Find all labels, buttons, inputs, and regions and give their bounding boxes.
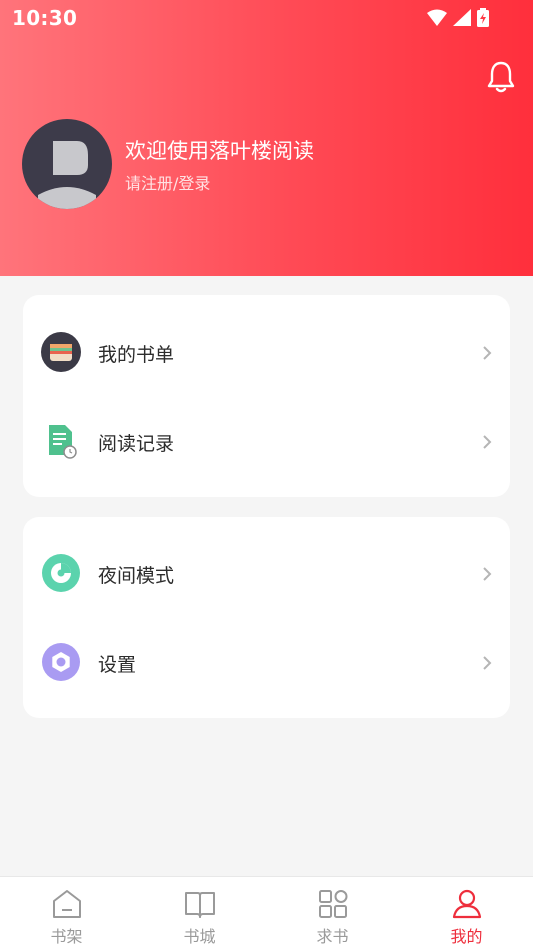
menu-item-booklist[interactable]: 我的书单: [23, 308, 510, 396]
menu-item-label: 设置: [98, 654, 137, 676]
tab-bookstore[interactable]: 书城: [133, 877, 266, 948]
chevron-right-icon: [483, 435, 492, 449]
book-icon: [184, 892, 215, 918]
menu-item-settings[interactable]: 设置: [23, 618, 510, 706]
menu-card-2: 夜间模式 设置: [23, 517, 510, 718]
menu-item-label: 阅读记录: [98, 433, 175, 455]
tab-label: 求书: [316, 927, 349, 946]
avatar[interactable]: [22, 119, 112, 209]
wifi-icon: [427, 9, 447, 26]
menu-item-label: 我的书单: [98, 344, 175, 366]
wallet-icon: [41, 332, 81, 372]
avatar-placeholder-icon: [38, 141, 96, 209]
login-link[interactable]: 请注册/登录: [125, 170, 210, 194]
status-icons: [427, 8, 489, 27]
menu-item-reading-history[interactable]: 阅读记录: [23, 397, 510, 485]
status-bar: 10:30: [0, 0, 533, 38]
menu-card-1: 我的书单 阅读记录: [23, 295, 510, 497]
tab-mine[interactable]: 我的: [400, 877, 533, 948]
tab-request-book[interactable]: 求书: [266, 877, 399, 948]
menu-item-night-mode[interactable]: 夜间模式: [23, 529, 510, 617]
chevron-right-icon: [483, 567, 492, 581]
document-clock-icon: [49, 425, 77, 459]
profile-header: 10:30 欢迎使用落叶楼阅读 请注册/登录: [0, 0, 533, 276]
battery-icon: [477, 8, 489, 27]
chevron-right-icon: [483, 346, 492, 360]
bottom-tab-bar: 书架 书城 求书 我的: [0, 876, 533, 948]
grid-icon: [318, 890, 347, 918]
tab-label: 我的: [450, 927, 483, 946]
chevron-right-icon: [483, 656, 492, 670]
user-icon: [452, 889, 481, 919]
signal-icon: [453, 9, 471, 26]
home-icon: [52, 890, 81, 918]
bell-icon[interactable]: [486, 60, 516, 94]
gear-icon: [42, 643, 80, 681]
menu-item-label: 夜间模式: [98, 565, 175, 587]
status-time: 10:30: [12, 6, 78, 30]
tab-label: 书城: [183, 927, 216, 946]
tab-bookshelf[interactable]: 书架: [0, 877, 133, 948]
welcome-text[interactable]: 欢迎使用落叶楼阅读: [125, 135, 314, 165]
tab-label: 书架: [50, 927, 83, 946]
moon-icon: [42, 554, 80, 592]
